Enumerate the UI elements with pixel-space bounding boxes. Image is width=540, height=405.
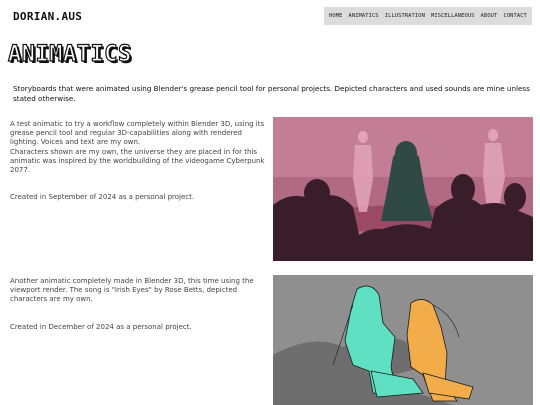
project-2-date: Created in December of 2024 as a persona…: [10, 322, 192, 331]
project-2-text: Another animatic completely made in Blen…: [10, 277, 254, 304]
nav-item-about[interactable]: ABOUT: [481, 13, 498, 19]
nav-item-illustration[interactable]: ILLUSTRATION: [385, 13, 425, 19]
project-1-text: Characters shown are my own, the univers…: [10, 147, 265, 175]
animatic-1-frame: [273, 117, 533, 261]
animatic-2-frame: [273, 275, 533, 405]
nav-item-contact[interactable]: CONTACT: [503, 13, 526, 19]
page-intro: Storyboards that were animated using Ble…: [13, 84, 530, 103]
project-2-video[interactable]: [273, 275, 533, 405]
nav-item-miscellaneous[interactable]: MISCELLANEOUS: [431, 13, 475, 19]
project-1-date: Created in September of 2024 as a person…: [10, 193, 195, 202]
nav-item-animatics[interactable]: ANIMATICS: [349, 13, 379, 19]
project-1-text: A test animatic to try a workflow comple…: [10, 120, 265, 147]
main-nav: HOME ANIMATICS ILLUSTRATION MISCELLANEOU…: [324, 7, 532, 25]
project-2-description: Another animatic completely made in Blen…: [10, 277, 268, 332]
page-title: ANIMATICS: [7, 41, 132, 67]
project-1-description: A test animatic to try a workflow comple…: [10, 120, 268, 202]
project-1-video[interactable]: [273, 117, 533, 261]
nav-item-home[interactable]: HOME: [329, 13, 342, 19]
site-logo[interactable]: DORIAN.AUS: [13, 10, 82, 23]
